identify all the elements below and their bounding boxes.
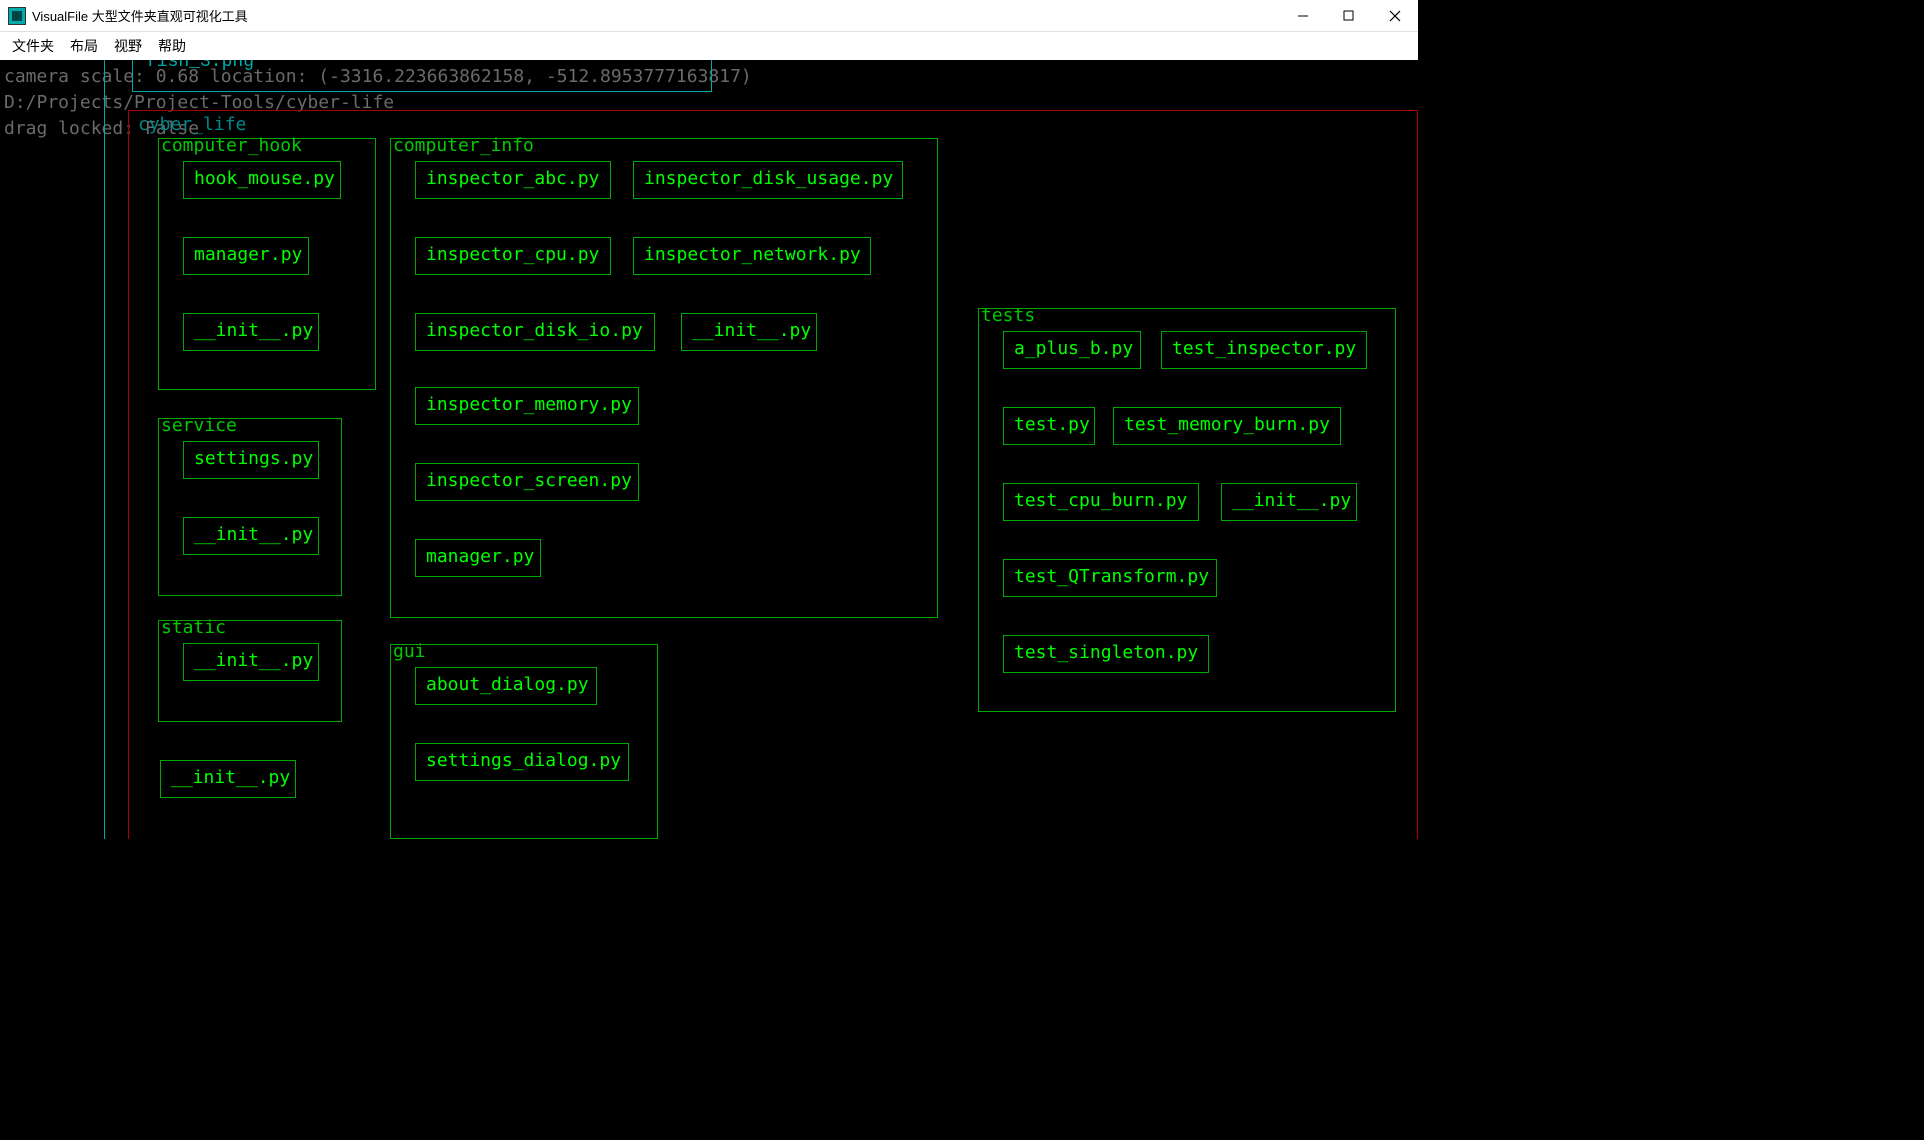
menubar: 文件夹 布局 视野 帮助 <box>0 32 1418 60</box>
file-box[interactable]: manager.py <box>183 237 309 275</box>
file-box[interactable]: about_dialog.py <box>415 667 597 705</box>
file-box[interactable]: inspector_memory.py <box>415 387 639 425</box>
canvas[interactable]: camera scale: 0.68 location: (-3316.2236… <box>0 60 1418 839</box>
folder-label: static <box>161 617 226 638</box>
partial-file-label: fish_3.png <box>146 60 254 72</box>
file-box[interactable]: a_plus_b.py <box>1003 331 1141 369</box>
menu-layout[interactable]: 布局 <box>62 32 106 60</box>
folder-label: computer_hook <box>161 135 302 156</box>
file-box[interactable]: hook_mouse.py <box>183 161 341 199</box>
file-box[interactable]: test_cpu_burn.py <box>1003 483 1199 521</box>
file-box[interactable]: settings.py <box>183 441 319 479</box>
maximize-button[interactable] <box>1326 0 1372 32</box>
folder-label: tests <box>981 305 1035 326</box>
menu-help[interactable]: 帮助 <box>150 32 194 60</box>
file-box[interactable]: __init__.py <box>183 643 319 681</box>
file-box[interactable]: test.py <box>1003 407 1095 445</box>
titlebar: VisualFile 大型文件夹直观可视化工具 <box>0 0 1418 32</box>
file-box[interactable]: settings_dialog.py <box>415 743 629 781</box>
root-folder-label: cyber_life <box>138 114 246 135</box>
folder-computer-hook[interactable]: computer_hook hook_mouse.py manager.py _… <box>158 138 376 390</box>
file-box[interactable]: test_memory_burn.py <box>1113 407 1341 445</box>
file-box[interactable]: inspector_screen.py <box>415 463 639 501</box>
file-box[interactable]: inspector_disk_io.py <box>415 313 655 351</box>
folder-computer-info[interactable]: computer_info inspector_abc.py inspector… <box>390 138 938 618</box>
menu-folder[interactable]: 文件夹 <box>4 32 62 60</box>
file-box[interactable]: test_singleton.py <box>1003 635 1209 673</box>
file-box[interactable]: inspector_disk_usage.py <box>633 161 903 199</box>
window-title: VisualFile 大型文件夹直观可视化工具 <box>32 6 248 25</box>
minimize-button[interactable] <box>1280 0 1326 32</box>
folder-label: gui <box>393 641 426 662</box>
file-box[interactable]: __init__.py <box>160 760 296 798</box>
menu-view[interactable]: 视野 <box>106 32 150 60</box>
app-icon <box>8 7 26 25</box>
folder-label: service <box>161 415 237 436</box>
folder-gui[interactable]: gui about_dialog.py settings_dialog.py <box>390 644 658 839</box>
file-box[interactable]: test_QTransform.py <box>1003 559 1217 597</box>
window-controls <box>1280 0 1418 32</box>
file-box[interactable]: inspector_cpu.py <box>415 237 611 275</box>
file-box[interactable]: __init__.py <box>183 313 319 351</box>
file-box[interactable]: __init__.py <box>1221 483 1357 521</box>
file-box[interactable]: __init__.py <box>183 517 319 555</box>
folder-static[interactable]: static __init__.py <box>158 620 342 722</box>
folder-service[interactable]: service settings.py __init__.py <box>158 418 342 596</box>
folder-tests[interactable]: tests a_plus_b.py test.py test_cpu_burn.… <box>978 308 1396 712</box>
file-box[interactable]: manager.py <box>415 539 541 577</box>
file-box[interactable]: inspector_network.py <box>633 237 871 275</box>
file-box[interactable]: __init__.py <box>681 313 817 351</box>
file-box[interactable]: test_inspector.py <box>1161 331 1367 369</box>
folder-label: computer_info <box>393 135 534 156</box>
vertical-guide <box>104 60 105 839</box>
close-button[interactable] <box>1372 0 1418 32</box>
file-box[interactable]: inspector_abc.py <box>415 161 611 199</box>
